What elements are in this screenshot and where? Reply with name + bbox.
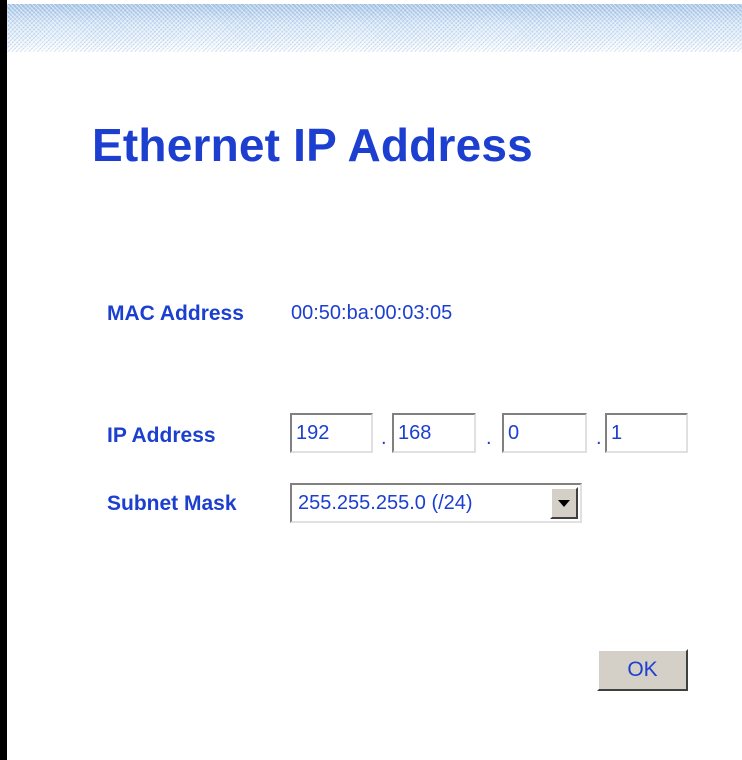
ip-octet-4-input[interactable] xyxy=(605,413,688,453)
chevron-down-icon xyxy=(558,500,570,507)
top-banner xyxy=(7,4,742,52)
page-title: Ethernet IP Address xyxy=(92,119,533,171)
ip-separator-3: . xyxy=(596,427,602,449)
mac-address-label: MAC Address xyxy=(107,302,244,325)
ip-separator-2: . xyxy=(486,427,492,449)
ethernet-ip-page: Ethernet IP Address MAC Address 00:50:ba… xyxy=(0,0,742,760)
ip-separator-1: . xyxy=(381,427,387,449)
ok-button[interactable]: OK xyxy=(597,649,688,691)
ip-address-label: IP Address xyxy=(107,424,216,447)
mac-address-value: 00:50:ba:00:03:05 xyxy=(291,302,453,324)
subnet-mask-label: Subnet Mask xyxy=(107,492,237,515)
subnet-mask-dropdown-button[interactable] xyxy=(550,487,578,519)
subnet-mask-select[interactable]: 255.255.255.0 (/24) xyxy=(290,483,582,523)
ip-octet-1-input[interactable] xyxy=(290,413,373,453)
ip-octet-3-input[interactable] xyxy=(502,413,587,453)
ip-octet-2-input[interactable] xyxy=(392,413,476,453)
subnet-mask-selected-value: 255.255.255.0 (/24) xyxy=(298,492,473,514)
window-left-border xyxy=(0,0,7,760)
